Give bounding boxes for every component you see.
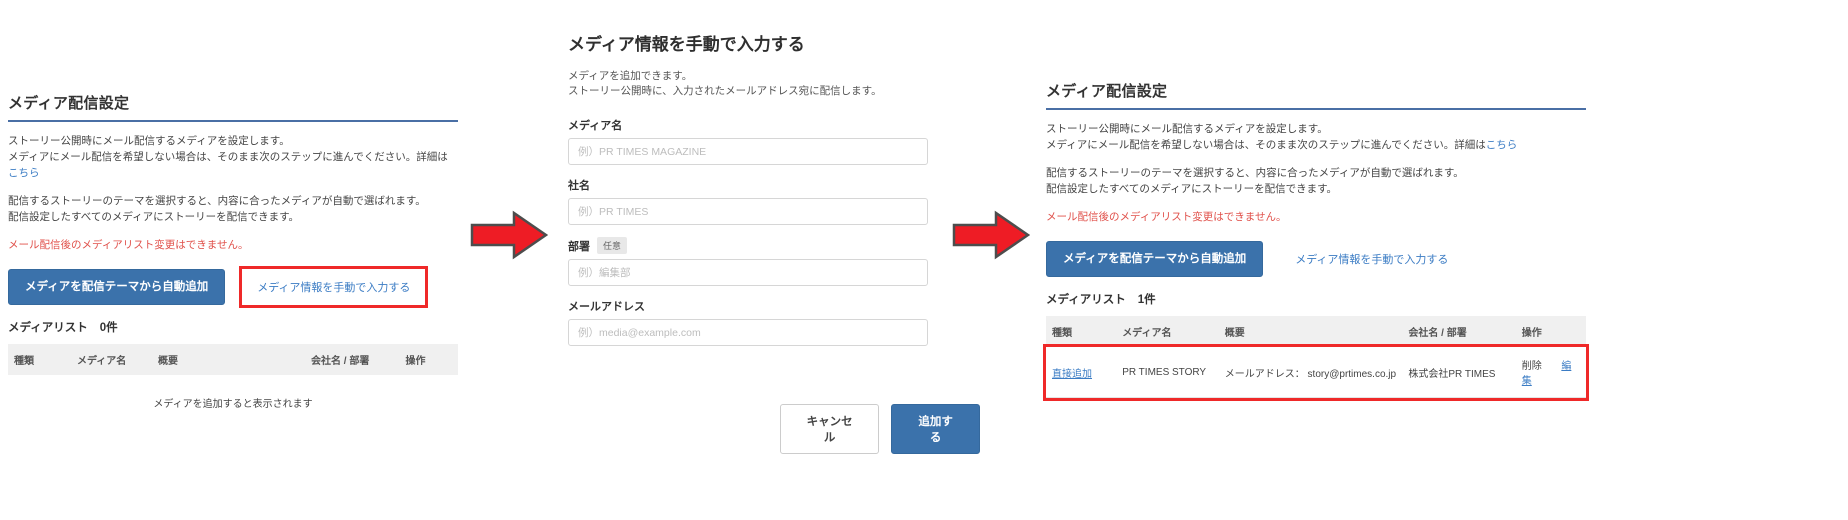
- row-type-link[interactable]: 直接追加: [1052, 369, 1092, 380]
- left-media-distribution-panel: メディア配信設定 ストーリー公開時にメール配信するメディアを設定します。 メディ…: [8, 92, 458, 430]
- right-warning-text: メール配信後のメディアリスト変更はできません。: [1046, 211, 1287, 223]
- left-description-block-a: ストーリー公開時にメール配信するメディアを設定します。 メディアにメール配信を希…: [8, 133, 458, 181]
- add-button[interactable]: 追加する: [891, 404, 980, 454]
- right-desc-line-3: 配信するストーリーのテーマを選択すると、内容に合ったメディアが自動で選ばれます。: [1046, 167, 1464, 179]
- left-description-block-b: 配信するストーリーのテーマを選択すると、内容に合ったメディアが自動で選ばれます。…: [8, 193, 458, 225]
- right-action-button-row: メディアを配信テーマから自動追加 メディア情報を手動で入力する: [1046, 241, 1586, 277]
- right-desc-line-4: 配信設定したすべてのメディアにストーリーを配信できます。: [1046, 183, 1338, 195]
- field-email-address-label: メールアドレス: [568, 301, 645, 313]
- field-media-name: メディア名: [568, 117, 980, 165]
- right-media-distribution-panel: メディア配信設定 ストーリー公開時にメール配信するメディアを設定します。 メディ…: [1043, 80, 1589, 401]
- right-manual-input-media-button[interactable]: メディア情報を手動で入力する: [1280, 241, 1464, 277]
- right-details-link[interactable]: こちら: [1486, 139, 1518, 151]
- right-col-summary: 概要: [1218, 316, 1403, 347]
- right-auto-add-media-button[interactable]: メディアを配信テーマから自動追加: [1046, 241, 1264, 277]
- manual-input-media-button[interactable]: メディア情報を手動で入力する: [239, 266, 429, 308]
- left-empty-message: メディアを追加すると表示されます: [153, 399, 313, 410]
- right-desc-line-2-text: メディアにメール配信を希望しない場合は、そのまま次のステップに進んでください。詳…: [1046, 139, 1486, 151]
- left-media-list-heading: メディアリスト 0件: [8, 319, 458, 335]
- department-input[interactable]: [568, 259, 928, 286]
- left-media-table: 種類 メディア名 概要 会社名 / 部署 操作 メディアを追加すると表示されます: [8, 344, 458, 430]
- row-media-name-cell: PR TIMES STORY: [1116, 347, 1219, 398]
- media-name-input[interactable]: [568, 138, 928, 165]
- left-desc-line-4: 配信設定したすべてのメディアにストーリーを配信できます。: [8, 211, 300, 223]
- screenshot-root: メディア配信設定 ストーリー公開時にメール配信するメディアを設定します。 メディ…: [0, 0, 1848, 520]
- row-summary-cell: メールアドレス： story@prtimes.co.jp: [1218, 347, 1403, 398]
- field-company-name: 社名: [568, 177, 980, 225]
- right-col-actions: 操作: [1515, 316, 1586, 347]
- optional-badge: 任意: [597, 237, 628, 254]
- field-company-name-label: 社名: [568, 180, 590, 192]
- right-col-media-name: メディア名: [1116, 316, 1219, 347]
- right-table-header-row: 種類 メディア名 概要 会社名 / 部署 操作: [1046, 316, 1586, 347]
- left-desc-line-2-text: メディアにメール配信を希望しない場合は、そのまま次のステップに進んでください。詳…: [8, 151, 448, 163]
- right-title-divider: [1046, 108, 1586, 110]
- right-description-block-b: 配信するストーリーのテーマを選択すると、内容に合ったメディアが自動で選ばれます。…: [1046, 165, 1586, 197]
- arrow-2-right-arrow-icon: [952, 210, 1030, 260]
- left-col-summary: 概要: [152, 344, 305, 375]
- left-action-button-row: メディアを配信テーマから自動追加 メディア情報を手動で入力する: [8, 266, 458, 308]
- right-description-block-a: ストーリー公開時にメール配信するメディアを設定します。 メディアにメール配信を希…: [1046, 121, 1586, 153]
- row-company-cell: 株式会社PR TIMES: [1402, 347, 1516, 398]
- cancel-button[interactable]: キャンセル: [780, 404, 880, 454]
- delete-action[interactable]: 削除: [1522, 361, 1542, 372]
- manual-media-input-modal: メディア情報を手動で入力する メディアを追加できます。 ストーリー公開時に、入力…: [560, 18, 980, 454]
- field-department: 部署 任意: [568, 237, 980, 286]
- title-divider: [8, 120, 458, 122]
- modal-action-row: キャンセル 追加する: [780, 404, 980, 454]
- right-desc-line-2: メディアにメール配信を希望しない場合は、そのまま次のステップに進んでください。詳…: [1046, 137, 1586, 153]
- left-col-actions: 操作: [399, 344, 458, 375]
- right-desc-line-1: ストーリー公開時にメール配信するメディアを設定します。: [1046, 123, 1328, 135]
- row-actions-cell: 削除 編集: [1515, 347, 1586, 398]
- auto-add-media-button[interactable]: メディアを配信テーマから自動追加: [8, 269, 226, 305]
- field-media-name-label: メディア名: [568, 120, 623, 132]
- modal-description: メディアを追加できます。 ストーリー公開時に、入力されたメールアドレス宛に配信し…: [568, 69, 980, 99]
- left-media-list-count: 0件: [99, 322, 118, 334]
- left-col-company: 会社名 / 部署: [305, 344, 400, 375]
- left-desc-line-1: ストーリー公開時にメール配信するメディアを設定します。: [8, 135, 290, 147]
- table-row[interactable]: 直接追加 PR TIMES STORY メールアドレス： story@prtim…: [1043, 344, 1589, 401]
- right-media-list-label: メディアリスト: [1046, 294, 1126, 306]
- email-address-input[interactable]: [568, 319, 928, 346]
- left-col-media-name: メディア名: [71, 344, 152, 375]
- left-media-list-label: メディアリスト: [8, 322, 88, 334]
- left-col-type: 種類: [8, 344, 71, 375]
- modal-desc-line-1: メディアを追加できます。: [568, 70, 693, 82]
- company-name-input[interactable]: [568, 198, 928, 225]
- right-media-list-heading: メディアリスト 1件: [1046, 291, 1586, 307]
- right-media-list-count: 1件: [1137, 294, 1156, 306]
- left-desc-line-2: メディアにメール配信を希望しない場合は、そのまま次のステップに進んでください。詳…: [8, 149, 458, 181]
- right-media-table: 種類 メディア名 概要 会社名 / 部署 操作 直接追加 PR TIMES ST…: [1043, 316, 1589, 401]
- left-table-header-row: 種類 メディア名 概要 会社名 / 部署 操作: [8, 344, 458, 375]
- row-type-cell: 直接追加: [1046, 347, 1117, 398]
- right-page-title: メディア配信設定: [1046, 83, 1168, 100]
- arrow-1-right-arrow-icon: [470, 210, 548, 260]
- field-email-address: メールアドレス: [568, 298, 980, 346]
- left-desc-line-3: 配信するストーリーのテーマを選択すると、内容に合ったメディアが自動で選ばれます。: [8, 195, 426, 207]
- right-col-company: 会社名 / 部署: [1402, 316, 1516, 347]
- field-department-label-text: 部署: [568, 240, 590, 253]
- page-title: メディア配信設定: [8, 95, 130, 112]
- modal-title: メディア情報を手動で入力する: [568, 35, 805, 54]
- left-warning-text: メール配信後のメディアリスト変更はできません。: [8, 239, 249, 251]
- right-col-type: 種類: [1046, 316, 1117, 347]
- left-empty-row: メディアを追加すると表示されます: [8, 375, 458, 430]
- modal-desc-line-2: ストーリー公開時に、入力されたメールアドレス宛に配信します。: [568, 85, 882, 97]
- details-link[interactable]: こちら: [8, 167, 40, 179]
- field-department-label: 部署 任意: [568, 237, 980, 254]
